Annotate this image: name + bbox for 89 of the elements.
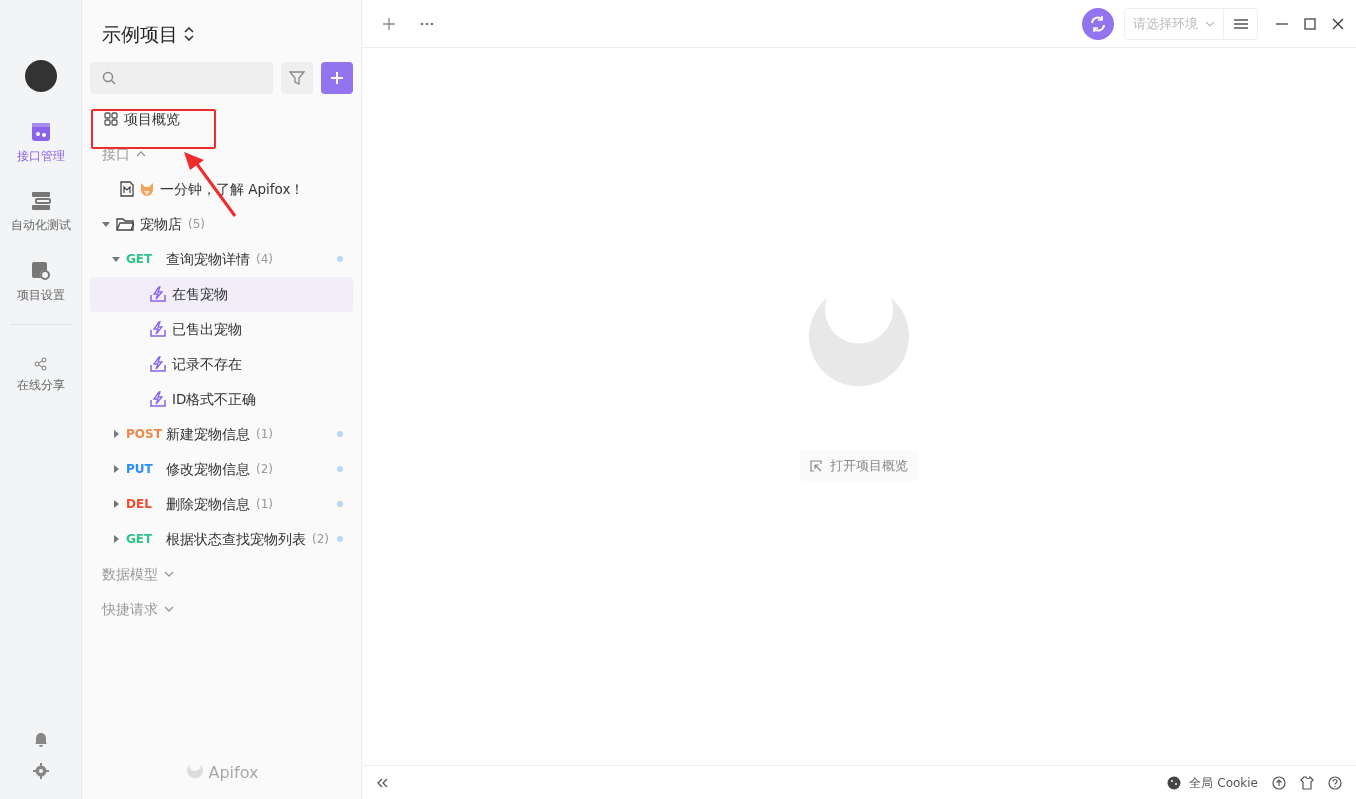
caret-icon[interactable] <box>112 255 120 263</box>
open-overview-button[interactable]: 打开项目概览 <box>800 449 918 482</box>
test-case-item[interactable]: 已售出宠物 <box>90 311 353 347</box>
caret-icon[interactable] <box>112 535 120 543</box>
bolt-icon <box>150 286 166 302</box>
status-dot <box>337 536 343 542</box>
status-dot <box>337 501 343 507</box>
stack-icon <box>30 191 51 212</box>
upload-icon[interactable] <box>1272 775 1286 790</box>
sort-icon[interactable] <box>184 27 194 42</box>
item-count: (2) <box>312 531 329 548</box>
item-count: (5) <box>188 216 205 233</box>
markdown-icon <box>120 181 134 197</box>
item-label: 记录不存在 <box>172 354 242 374</box>
item-label: 在售宠物 <box>172 284 228 304</box>
method-label: POST <box>126 426 160 443</box>
nav-tab[interactable]: 接口管理 <box>16 122 65 166</box>
menu-icon <box>1233 18 1248 29</box>
item-count: (1) <box>256 496 273 513</box>
cookie-icon <box>1167 775 1182 790</box>
caret-icon[interactable] <box>112 500 120 508</box>
plus-icon[interactable] <box>382 16 396 31</box>
test-case-item[interactable]: 记录不存在 <box>90 346 353 382</box>
status-dot <box>337 256 343 262</box>
search-field[interactable] <box>90 61 273 94</box>
search-icon <box>102 70 116 85</box>
item-label: 宠物店 <box>140 214 182 234</box>
bolt-icon <box>150 356 166 372</box>
endpoint-item[interactable]: PUT 修改宠物信息 (2) <box>90 451 353 487</box>
api-icon <box>30 122 51 142</box>
folder-item[interactable]: 宠物店 (5) <box>90 206 353 242</box>
item-label: 修改宠物信息 <box>166 459 250 479</box>
item-label: 删除宠物信息 <box>166 494 250 514</box>
nav-tab[interactable]: 项目设置 <box>16 260 65 304</box>
test-case-item[interactable]: ID格式不正确 <box>90 381 353 417</box>
item-label: 新建宠物信息 <box>166 424 250 444</box>
grid-icon <box>104 112 118 126</box>
close-icon[interactable] <box>1332 17 1344 30</box>
folder-icon <box>116 217 134 231</box>
open-icon <box>810 459 822 472</box>
item-label: 一分钟，了解 Apifox！ <box>160 179 305 199</box>
caret-icon[interactable] <box>112 430 120 438</box>
chevron-icon <box>164 605 174 613</box>
overview-item[interactable]: 项目概览 <box>90 101 353 137</box>
item-label: 根据状态查找宠物列表 <box>166 529 306 549</box>
item-label: 已售出宠物 <box>172 319 242 339</box>
chevron-icon <box>1205 20 1215 27</box>
more-icon[interactable] <box>420 21 434 26</box>
shirt-icon[interactable] <box>1300 775 1314 790</box>
item-label: 查询宠物详情 <box>166 249 250 269</box>
project-title[interactable]: 示例项目 <box>102 20 178 49</box>
nav-tab[interactable]: 自动化测试 <box>10 191 71 235</box>
endpoint-item[interactable]: GET 根据状态查找宠物列表 (2) <box>90 521 353 557</box>
help-icon[interactable] <box>1328 775 1342 790</box>
method-label: DEL <box>126 496 153 513</box>
sync-icon[interactable] <box>1082 7 1114 40</box>
fox-icon <box>140 182 154 196</box>
brand-name: Apifox <box>208 762 259 784</box>
bolt-icon <box>150 321 166 337</box>
method-label: GET <box>126 251 154 268</box>
item-count: (2) <box>256 461 273 478</box>
avatar[interactable] <box>24 60 57 92</box>
endpoint-item[interactable]: POST 新建宠物信息 (1) <box>90 416 353 452</box>
maximize-icon[interactable] <box>1304 17 1316 30</box>
caret-icon[interactable] <box>102 220 110 228</box>
endpoint-item[interactable]: GET 查询宠物详情 (4) <box>90 241 353 277</box>
menu-button[interactable] <box>1224 7 1258 40</box>
nav-tab[interactable]: 在线分享 <box>16 356 65 394</box>
doc-item[interactable]: 一分钟，了解 Apifox！ <box>90 171 353 207</box>
item-label: ID格式不正确 <box>172 389 257 409</box>
endpoint-item[interactable]: DEL 删除宠物信息 (1) <box>90 486 353 522</box>
add-button[interactable] <box>321 61 353 94</box>
share-icon <box>33 356 48 371</box>
item-count: (4) <box>256 251 273 268</box>
caret-icon[interactable] <box>112 465 120 473</box>
chevron-icon <box>164 570 174 578</box>
collapse-icon[interactable] <box>376 777 388 788</box>
plus-icon <box>330 70 344 85</box>
test-case-item[interactable]: 在售宠物 <box>90 276 353 312</box>
bolt-icon <box>150 391 166 407</box>
chevron-icon <box>136 150 146 158</box>
cookie-button[interactable]: 全局 Cookie <box>1167 773 1258 792</box>
filter-icon <box>289 69 305 86</box>
method-label: GET <box>126 531 154 548</box>
status-dot <box>337 466 343 472</box>
item-count: (1) <box>256 426 273 443</box>
status-dot <box>337 431 343 437</box>
method-label: PUT <box>126 461 154 478</box>
filter-button[interactable] <box>281 61 313 94</box>
